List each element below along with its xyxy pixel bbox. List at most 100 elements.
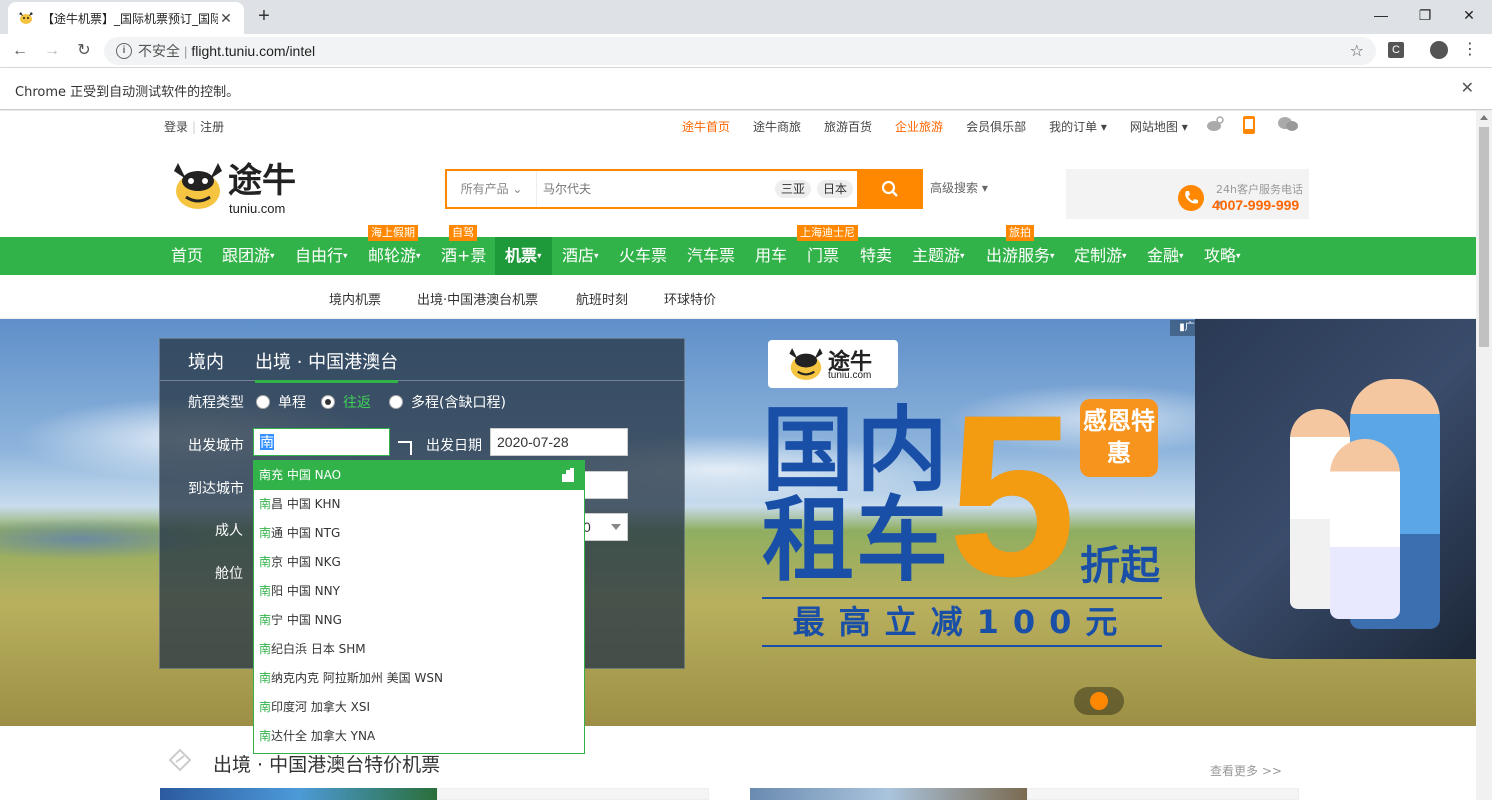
search-input[interactable] [543,179,763,199]
city-option-naknek[interactable]: 南纳克内克 阿拉斯加州 美国 WSN [254,664,584,693]
city-option-text: 昌 中国 KHN [271,497,341,511]
carousel-dot[interactable] [1090,692,1108,710]
nav-train[interactable]: 火车票 [619,237,667,275]
nav-bus[interactable]: 汽车票 [687,237,735,275]
view-more-link[interactable]: 查看更多 >> [1210,762,1282,779]
profile-avatar-icon[interactable] [1430,41,1448,59]
city-option-nanki-shirahama[interactable]: 南纪白浜 日本 SHM [254,635,584,664]
tab-domestic[interactable]: 境内 [188,348,224,374]
window-close-button[interactable]: ✕ [1446,0,1492,30]
from-city-input[interactable]: 南 [253,428,390,456]
city-option-nanyang[interactable]: 南阳 中国 NNY [254,577,584,606]
banner-line-domestic: 国内 [762,397,951,504]
city-option-south-indian-lake[interactable]: 南印度河 加拿大 XSI [254,693,584,722]
mobile-app-icon[interactable] [1242,116,1260,134]
nav-finance[interactable]: 金融▾ [1147,237,1184,275]
address-bar[interactable]: i 不安全 | flight.tuniu.com/intel ☆ [104,37,1376,65]
chevron-down-icon: ▾ [1122,251,1127,262]
city-option-nanjing[interactable]: 南京 中国 NKG [254,548,584,577]
deal-card[interactable] [1027,788,1299,800]
nav-home[interactable]: 首页 [171,237,203,275]
radio-multi-city[interactable]: 多程(含缺口程) [389,392,506,412]
nav-car[interactable]: 用车 [755,237,787,275]
deal-card[interactable] [437,788,709,800]
reload-button[interactable]: ↻ [72,39,96,63]
nav-sale[interactable]: 特卖 [860,237,892,275]
infobar-close-icon[interactable]: ✕ [1461,78,1474,98]
back-button[interactable]: ← [8,39,32,63]
nav-custom[interactable]: 定制游▾ [1074,237,1127,275]
register-link[interactable]: 注册 [200,120,224,134]
carousel-indicator[interactable] [1074,687,1124,715]
deal-thumbnail[interactable] [160,788,437,800]
banner-line-rental: 租车 [762,487,951,594]
url-text[interactable]: flight.tuniu.com/intel [191,43,315,59]
weibo-icon[interactable] [1206,116,1224,132]
new-tab-button[interactable]: + [252,4,276,28]
city-option-nanchang[interactable]: 南昌 中国 KHN [254,490,584,519]
match-highlight: 南 [259,700,272,714]
radio-round-trip[interactable]: 往返 [321,392,371,412]
link-home[interactable]: 途牛首页 [682,118,730,135]
city-option-nanchong[interactable]: 南充 中国 NAO [254,461,584,490]
link-enterprise[interactable]: 企业旅游 [895,118,943,135]
page-scrollbar[interactable] [1476,111,1492,800]
link-business[interactable]: 途牛商旅 [753,118,801,135]
deal-thumbnail[interactable] [750,788,1027,800]
forward-button[interactable]: → [40,39,64,63]
maximize-button[interactable]: ❐ [1402,0,1448,30]
wechat-icon[interactable] [1278,116,1298,132]
search-button[interactable] [857,169,923,209]
match-highlight: 南 [259,497,272,511]
match-highlight: 南 [259,555,272,569]
nav-tickets[interactable]: 上海迪士尼 门票 [797,225,858,275]
bookmark-star-icon[interactable]: ☆ [1350,41,1364,61]
nav-hotel-scene[interactable]: 自驾 酒+景 [441,225,486,275]
subnav-schedule[interactable]: 航班时刻 [576,289,628,308]
search-category-select[interactable]: 所有产品 ⌄ [447,171,537,207]
link-orders[interactable]: 我的订单 ▾ [1049,118,1107,135]
nav-services[interactable]: 旅拍 出游服务▾ [986,225,1055,275]
radio-one-way[interactable]: 单程 [256,392,306,412]
tuniu-logo[interactable]: 途牛 tuniu.com [172,161,302,217]
city-option-text: 充 中国 NAO [271,468,342,482]
advanced-search-link[interactable]: 高级搜索 ▾ [930,179,988,196]
link-club[interactable]: 会员俱乐部 [966,118,1026,135]
nav-hotel[interactable]: 酒店▾ [562,237,599,275]
nav-group-tour[interactable]: 跟团游▾ [222,237,275,275]
info-icon[interactable]: i [116,43,132,59]
city-option-nantong[interactable]: 南通 中国 NTG [254,519,584,548]
swap-cities-icon[interactable] [398,441,412,455]
nav-flights[interactable]: 机票▾ [495,237,552,275]
radio-circle[interactable] [389,395,403,409]
nav-guides[interactable]: 攻略▾ [1204,237,1241,275]
hot-tag-japan[interactable]: 日本 [817,180,854,198]
nav-theme-label: 主题游 [912,246,961,265]
browser-menu-icon[interactable]: ⋮ [1462,39,1478,59]
radio-circle[interactable] [256,395,270,409]
nav-group-tour-label: 跟团游 [222,246,271,265]
radio-circle[interactable] [321,395,335,409]
link-sitemap[interactable]: 网站地图 ▾ [1130,118,1188,135]
nav-theme[interactable]: 主题游▾ [912,237,965,275]
tab-close-icon[interactable]: ✕ [218,10,234,26]
login-link[interactable]: 登录 [164,120,188,134]
depart-date-input[interactable]: 2020-07-28 [490,428,628,456]
link-store[interactable]: 旅游百货 [824,118,872,135]
hot-tag-sanya[interactable]: 三亚 [775,180,812,198]
subnav-domestic[interactable]: 境内机票 [329,289,381,308]
from-city-value: 南 [260,434,274,450]
city-option-text: 京 中国 NKG [271,555,341,569]
nav-cruise[interactable]: 海上假期 邮轮游▾ [368,225,421,275]
scroll-up-arrow-icon[interactable] [1480,115,1488,120]
browser-tab[interactable]: 【途牛机票】_国际机票预订_国际 ✕ [8,2,244,34]
login-divider: | [192,120,197,134]
nav-free-travel[interactable]: 自由行▾ [295,237,348,275]
city-option-nanning[interactable]: 南宁 中国 NNG [254,606,584,635]
extension-icon[interactable]: C [1388,42,1404,58]
subnav-international[interactable]: 出境·中国港澳台机票 [417,289,538,308]
subnav-global-deals[interactable]: 环球特价 [664,289,716,308]
minimize-button[interactable]: — [1358,0,1404,30]
scrollbar-thumb[interactable] [1479,127,1489,347]
tab-international[interactable]: 出境 · 中国港澳台 [255,348,399,383]
